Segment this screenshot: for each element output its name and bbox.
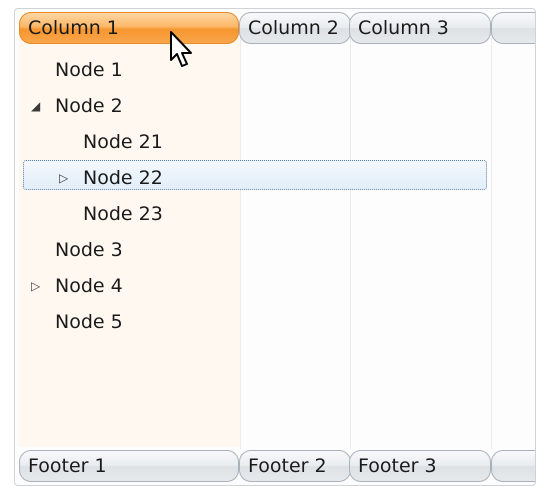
tree-node-label: Node 5: [55, 311, 123, 333]
column-header-1[interactable]: Column 1: [19, 12, 239, 44]
tree-node-label: Node 3: [55, 239, 123, 261]
tree-node-row[interactable]: Node 21: [15, 125, 485, 159]
collapse-triangle-icon[interactable]: ◢: [31, 89, 40, 123]
expand-triangle-icon[interactable]: ▷: [31, 269, 40, 303]
footer-cell-filler: [491, 450, 535, 482]
tree-node-label: Node 4: [55, 275, 123, 297]
mouse-pointer-icon: [170, 31, 192, 67]
tree-node-row[interactable]: Node 5: [15, 305, 485, 339]
column-divider: [491, 37, 492, 449]
tree-node-row[interactable]: Node 1: [15, 53, 485, 87]
tree-node-row[interactable]: Node 3: [15, 233, 485, 267]
expand-triangle-icon[interactable]: ▷: [59, 161, 68, 195]
column-header-3[interactable]: Column 3: [349, 12, 491, 44]
tree-node-row[interactable]: ▷ Node 4: [15, 269, 485, 303]
tree-node-label: Node 22: [83, 167, 163, 189]
tree-node-row[interactable]: ◢ Node 2: [15, 89, 485, 123]
column-header-filler[interactable]: [491, 12, 535, 44]
footer-cell-2: Footer 2: [239, 450, 351, 482]
footer-cell-1: Footer 1: [19, 450, 239, 482]
tree-node-row[interactable]: Node 23: [15, 197, 485, 231]
tree-node-row[interactable]: ▷ Node 22: [15, 161, 485, 195]
tree-node-label: Node 21: [83, 131, 163, 153]
column-header-2[interactable]: Column 2: [239, 12, 351, 44]
footer-cell-3: Footer 3: [349, 450, 491, 482]
tree-node-label: Node 2: [55, 95, 123, 117]
tree-node-label: Node 23: [83, 203, 163, 225]
tree-list-control: Column 1 Column 2 Column 3 Node 1 ◢ Node 2…: [14, 8, 536, 486]
tree-node-label: Node 1: [55, 59, 123, 81]
